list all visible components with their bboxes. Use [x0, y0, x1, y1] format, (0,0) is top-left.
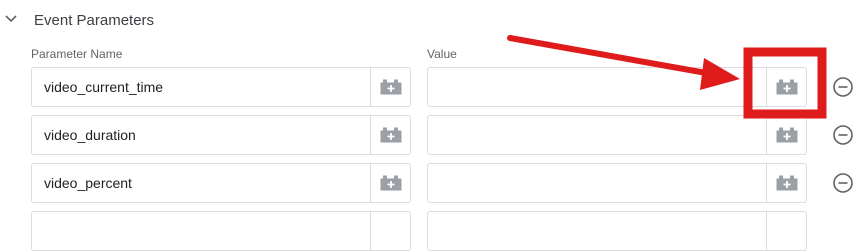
add-variable-button[interactable] [370, 116, 410, 154]
parameter-value-input[interactable] [427, 67, 807, 107]
parameter-row: video_percent [0, 163, 863, 203]
parameter-row [0, 211, 863, 251]
parameter-value-input[interactable] [427, 115, 807, 155]
add-variable-icon [776, 79, 797, 95]
parameter-name-input[interactable] [31, 211, 411, 251]
add-variable-button[interactable] [370, 212, 410, 250]
parameter-name-value: video_duration [44, 127, 136, 143]
parameter-name-value: video_current_time [44, 79, 164, 95]
remove-circle-icon[interactable] [832, 172, 854, 194]
parameter-row: video_duration [0, 115, 863, 155]
add-variable-button[interactable] [766, 164, 806, 202]
chevron-down-icon[interactable] [3, 11, 19, 27]
remove-circle-icon[interactable] [832, 76, 854, 98]
value-label: Value [427, 47, 457, 61]
section-title: Event Parameters [34, 12, 155, 29]
add-variable-icon [380, 175, 401, 191]
add-variable-button[interactable] [766, 116, 806, 154]
add-variable-icon [380, 79, 401, 95]
section-header[interactable]: Event Parameters [0, 0, 400, 40]
add-variable-icon [776, 127, 797, 143]
add-variable-button[interactable] [766, 212, 806, 250]
parameter-value-input[interactable] [427, 163, 807, 203]
add-variable-button[interactable] [766, 68, 806, 106]
add-variable-button[interactable] [370, 68, 410, 106]
add-variable-icon [776, 175, 797, 191]
parameter-name-value: video_percent [44, 175, 132, 191]
add-variable-icon [380, 127, 401, 143]
parameter-name-input[interactable]: video_duration [31, 115, 411, 155]
parameter-row: video_current_time [0, 67, 863, 107]
parameter-name-input[interactable]: video_current_time [31, 67, 411, 107]
add-variable-button[interactable] [370, 164, 410, 202]
parameter-name-label: Parameter Name [31, 47, 123, 61]
parameter-name-input[interactable]: video_percent [31, 163, 411, 203]
remove-circle-icon[interactable] [832, 124, 854, 146]
parameter-value-input[interactable] [427, 211, 807, 251]
